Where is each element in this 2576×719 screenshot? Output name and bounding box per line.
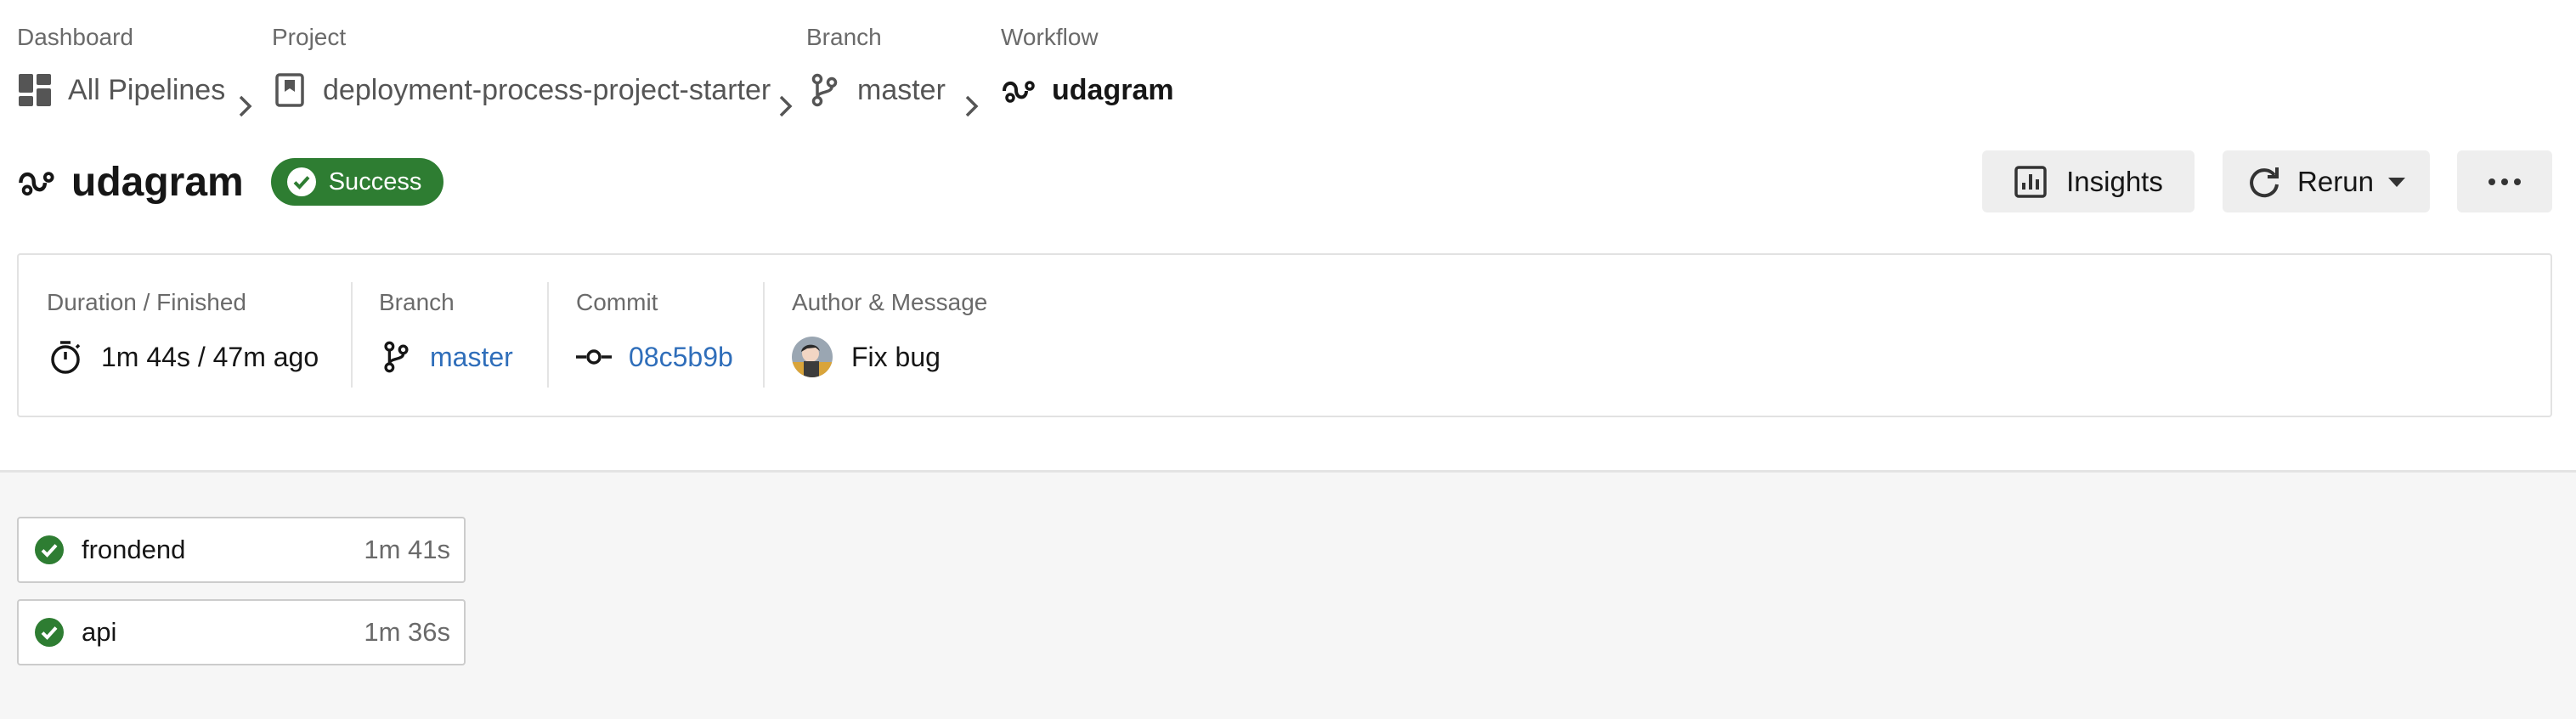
branch-label: Branch — [379, 289, 455, 315]
insights-button[interactable]: Insights — [1982, 150, 2195, 212]
dashboard-icon — [19, 74, 51, 106]
author-row: Fix bug — [792, 337, 941, 377]
breadcrumb-workflow: Workflow udagram — [1001, 20, 1174, 114]
rerun-button[interactable]: Rerun — [2223, 150, 2430, 212]
commit-label: Commit — [576, 289, 658, 315]
chevron-right-icon — [779, 95, 793, 117]
breadcrumb-branch-label: Branch — [806, 24, 882, 50]
breadcrumb-branch-link[interactable]: master — [857, 74, 946, 107]
branch-section: Branch master — [379, 255, 540, 416]
check-circle-icon — [35, 618, 64, 647]
divider — [351, 282, 353, 388]
duration-value: 1m 44s / 47m ago — [101, 341, 319, 372]
chevron-right-icon — [965, 95, 979, 117]
branch-link[interactable]: master — [430, 342, 513, 373]
breadcrumb-branch[interactable]: Branch master — [806, 20, 946, 114]
rerun-icon — [2250, 167, 2279, 197]
branch-icon — [811, 73, 838, 107]
avatar[interactable] — [792, 337, 833, 377]
job-name: frondend — [82, 535, 186, 564]
breadcrumb-workflow-label: Workflow — [1001, 24, 1099, 50]
branch-row: master — [379, 337, 513, 377]
commit-row: 08c5b9b — [576, 337, 733, 377]
rerun-label: Rerun — [2297, 165, 2374, 197]
divider — [763, 282, 765, 388]
breadcrumb-project[interactable]: Project deployment-process-project-start… — [272, 20, 771, 114]
commit-link[interactable]: 08c5b9b — [629, 342, 733, 373]
duration-row: 1m 44s / 47m ago — [47, 337, 319, 377]
breadcrumb-dashboard[interactable]: Dashboard All Pipelines — [17, 20, 225, 114]
job-duration: 1m 36s — [364, 617, 450, 647]
status-badge: Success — [270, 158, 444, 206]
divider — [547, 282, 549, 388]
insights-icon — [2014, 165, 2047, 198]
page-title: udagram — [71, 159, 244, 205]
caret-down-icon — [2387, 177, 2405, 187]
pipeline-summary-card: Duration / Finished 1m 44s / 47m ago Bra… — [17, 253, 2552, 417]
job-card[interactable]: frondend 1m 41s — [17, 517, 466, 583]
author-section: Author & Message Fix bug — [792, 255, 1132, 416]
workflow-icon — [1003, 81, 1035, 103]
chevron-right-icon — [239, 95, 252, 117]
breadcrumb-dashboard-label: Dashboard — [17, 24, 133, 50]
breadcrumb-project-label: Project — [272, 24, 347, 50]
check-circle-icon — [286, 167, 316, 196]
breadcrumb-workflow-current: udagram — [1052, 73, 1174, 106]
commit-icon — [576, 349, 612, 365]
more-icon — [2488, 178, 2521, 185]
branch-icon — [384, 341, 409, 373]
more-button[interactable] — [2457, 150, 2552, 212]
jobs-area: frondend 1m 41s api 1m 36s — [0, 470, 2576, 719]
page-header: udagram Success — [17, 155, 444, 209]
breadcrumb-project-link[interactable]: deployment-process-project-starter — [323, 74, 771, 107]
job-duration: 1m 41s — [364, 535, 450, 564]
breadcrumb: Dashboard All Pipelines Project deployme… — [17, 20, 1291, 122]
job-card[interactable]: api 1m 36s — [17, 599, 466, 665]
author-label: Author & Message — [792, 289, 988, 315]
duration-section: Duration / Finished 1m 44s / 47m ago — [47, 255, 336, 416]
breadcrumb-dashboard-link[interactable]: All Pipelines — [68, 74, 225, 107]
workflow-icon — [19, 172, 54, 196]
status-text: Success — [328, 167, 422, 195]
commit-message: Fix bug — [851, 341, 941, 372]
check-circle-icon — [35, 535, 64, 564]
insights-label: Insights — [2066, 165, 2163, 197]
timer-icon — [51, 341, 81, 374]
commit-section: Commit 08c5b9b — [576, 255, 763, 416]
job-name: api — [82, 617, 117, 647]
project-icon — [275, 73, 304, 107]
duration-label: Duration / Finished — [47, 289, 247, 315]
